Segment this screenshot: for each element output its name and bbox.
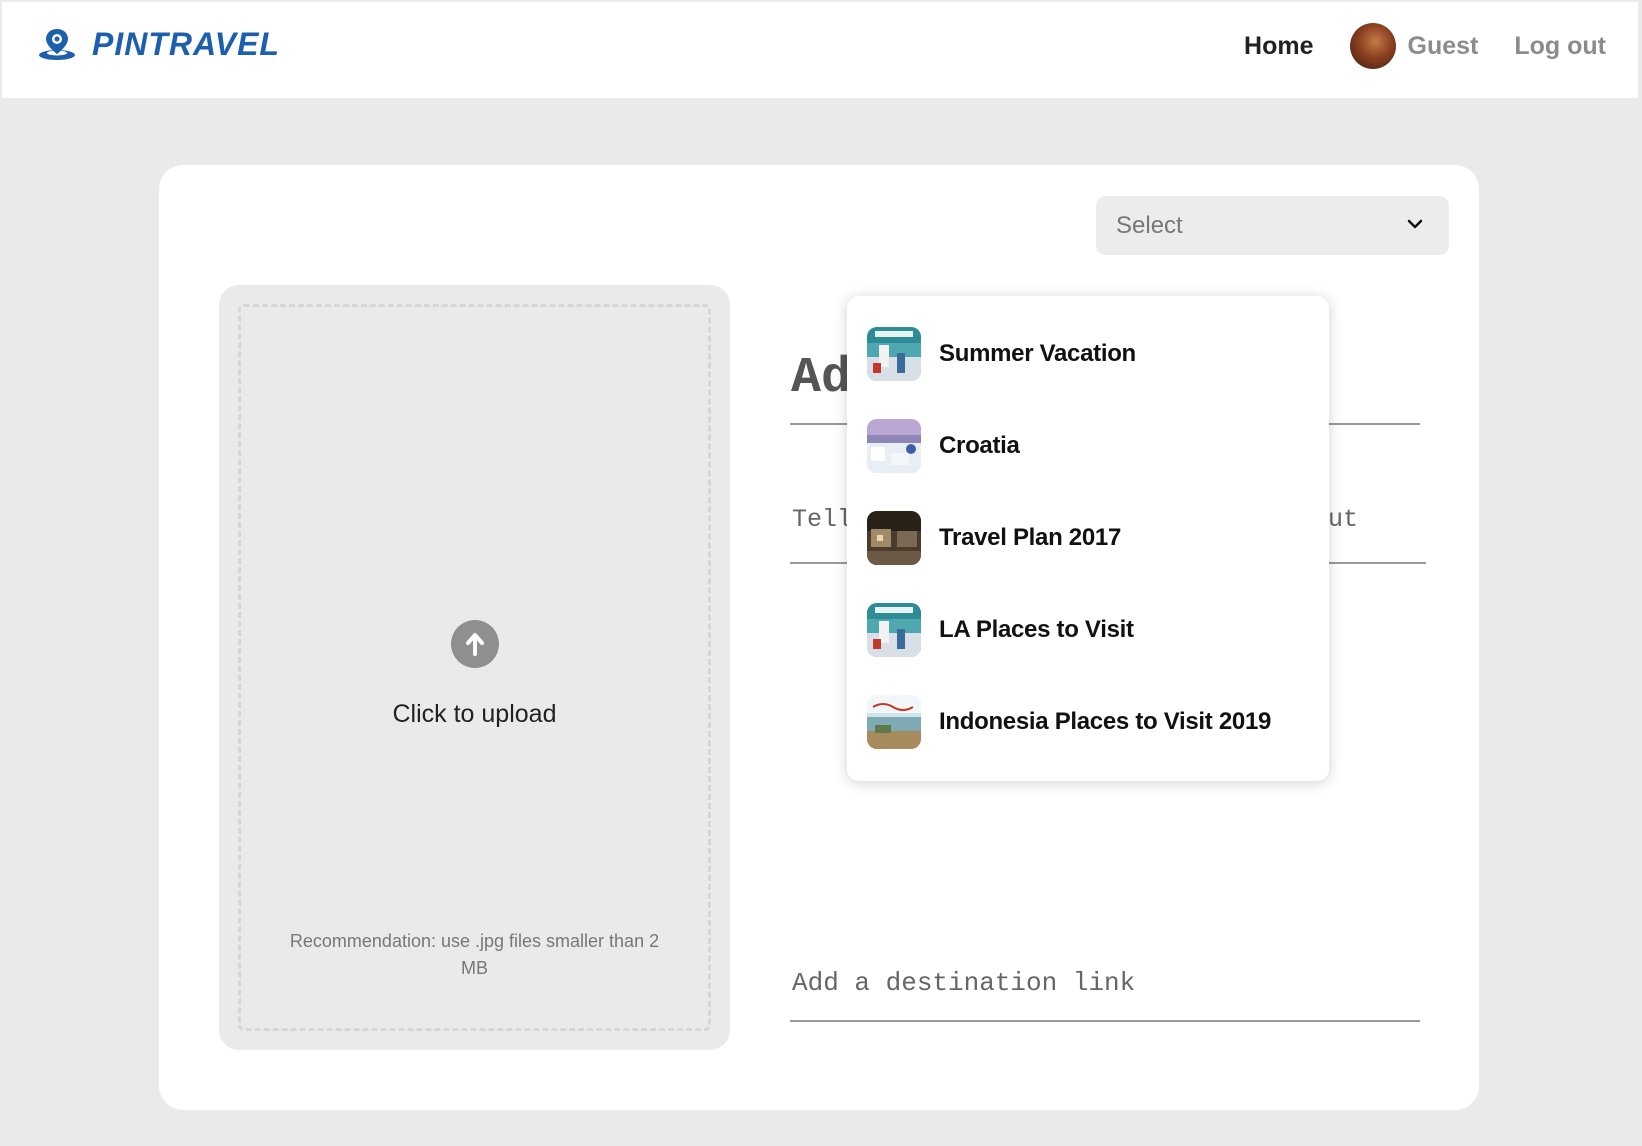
about-input[interactable]: Tell xyxy=(792,505,852,534)
board-option[interactable]: LA Places to Visit xyxy=(867,602,1134,658)
nav-logout-link[interactable]: Log out xyxy=(1514,32,1606,61)
board-option[interactable]: Summer Vacation xyxy=(867,326,1136,382)
destination-link-input[interactable]: Add a destination link xyxy=(792,968,1135,998)
brand-name: PINTRAVEL xyxy=(92,26,280,62)
coastal-town-thumb-icon xyxy=(867,419,921,473)
board-option[interactable]: Travel Plan 2017 xyxy=(867,510,1121,566)
upload-recommendation: Recommendation: use .jpg files smaller t… xyxy=(289,931,660,978)
title-input[interactable]: Ad xyxy=(791,350,851,407)
board-select-value: Select xyxy=(1116,211,1183,239)
avatar[interactable] xyxy=(1349,23,1396,69)
los-angeles-thumb-icon xyxy=(867,603,921,657)
upload-label[interactable]: Click to upload xyxy=(219,700,730,729)
board-option-label: Summer Vacation xyxy=(939,340,1136,367)
board-dropdown-menu: Summer Vacation Croatia Travel Plan 2017… xyxy=(847,296,1329,781)
location-pin-icon xyxy=(36,27,78,63)
board-option-label: Croatia xyxy=(939,432,1020,459)
top-navbar: PINTRAVEL Home Guest Log out xyxy=(2,2,1638,98)
nav-user-link[interactable]: Guest xyxy=(1408,32,1479,61)
board-option[interactable]: Indonesia Places to Visit 2019 xyxy=(867,694,1271,750)
board-option-label: Indonesia Places to Visit 2019 xyxy=(939,708,1272,735)
about-input-tail: ut xyxy=(1328,505,1359,534)
upload-arrow-icon[interactable] xyxy=(451,620,499,668)
chevron-down-icon xyxy=(1407,216,1423,232)
logo[interactable]: PINTRAVEL xyxy=(36,26,280,63)
board-option[interactable]: Croatia xyxy=(867,418,1020,474)
nav-links: Home Guest Log out xyxy=(1244,22,1606,70)
link-underline xyxy=(790,1020,1420,1022)
board-option-label: Travel Plan 2017 xyxy=(939,524,1121,551)
board-option-label: LA Places to Visit xyxy=(939,616,1134,643)
board-select[interactable]: Select xyxy=(1096,196,1449,255)
romantic-islands-thumb-icon xyxy=(867,695,921,749)
city-street-thumb-icon xyxy=(867,511,921,565)
nav-home-link[interactable]: Home xyxy=(1244,32,1313,61)
los-angeles-thumb-icon xyxy=(867,327,921,381)
